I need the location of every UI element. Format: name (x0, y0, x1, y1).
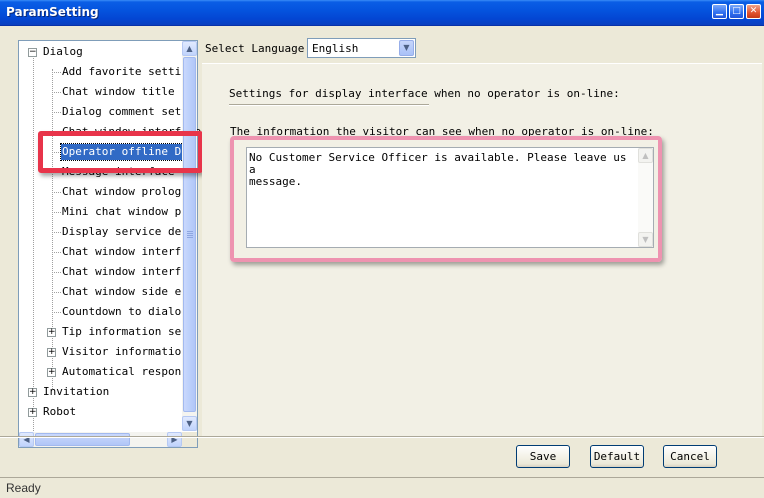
chevron-down-icon[interactable]: ▼ (399, 40, 414, 56)
tree-item-label: Visitor information (62, 345, 188, 358)
tree-connector (52, 252, 61, 253)
tree-item-label: Automatical response (62, 365, 195, 378)
tree-connector (52, 72, 61, 73)
scroll-corner (182, 432, 197, 447)
tree-item[interactable]: Chat window side edg (19, 284, 194, 300)
scroll-down-button[interactable]: ▼ (182, 416, 197, 431)
pink-highlight-annotation (230, 136, 662, 262)
tree-item[interactable]: Display service depa (19, 224, 194, 240)
tree-item-label: Tip information sett (62, 325, 195, 338)
chevron-up-icon: ▲ (186, 44, 193, 53)
tree-item-label: Robot (43, 405, 77, 418)
maximize-button[interactable]: □ (729, 4, 744, 19)
tree-connector (52, 312, 61, 313)
tree-item[interactable]: + Tip information sett (19, 324, 194, 340)
tree-item-label: Mini chat window pro (62, 205, 195, 218)
language-select[interactable]: English ▼ (307, 38, 416, 58)
tree-vertical-scrollbar[interactable]: ▲ ▼ (182, 41, 197, 431)
tree-item[interactable]: + Robot (19, 404, 183, 420)
expand-icon[interactable]: + (28, 408, 37, 417)
tree-item[interactable]: + Invitation (19, 384, 183, 400)
grip-line (187, 233, 193, 234)
status-bar: Ready (0, 477, 764, 498)
title-bar: ParamSetting ▁ □ ✕ (0, 0, 764, 26)
expand-icon[interactable]: + (28, 388, 37, 397)
expand-icon[interactable]: + (47, 348, 56, 357)
collapse-icon[interactable]: − (28, 48, 37, 57)
cancel-button[interactable]: Cancel (663, 445, 717, 468)
select-language-label: Select Language (205, 42, 305, 55)
tree-connector (52, 92, 61, 93)
scroll-thumb[interactable] (183, 57, 196, 412)
tree-connector (52, 232, 61, 233)
tree-item[interactable]: Dialog comment setti (19, 104, 194, 120)
tree-item[interactable]: Add favorite setting (19, 64, 194, 80)
grip-line (187, 231, 193, 232)
tree-item-label: Chat window prologue (62, 185, 195, 198)
scroll-up-button[interactable]: ▲ (182, 41, 197, 56)
tree-item[interactable]: Countdown to dialog (19, 304, 188, 320)
tree-item[interactable]: − Dialog (19, 44, 183, 60)
tree-item-label: Chat window title se (62, 85, 195, 98)
chevron-down-icon: ▼ (186, 419, 193, 428)
tree-item-label: Dialog comment setti (62, 105, 195, 118)
footer-divider (0, 436, 764, 438)
tree-connector (52, 292, 61, 293)
settings-tree[interactable]: − Dialog Add favorite setting Chat window t… (18, 40, 201, 448)
tree-connector (52, 212, 61, 213)
tree-item[interactable]: + Automatical response (19, 364, 194, 380)
tree-item[interactable]: Mini chat window pro (19, 204, 194, 220)
tree-item-label: Chat window interfac (62, 245, 195, 258)
scroll-right-button[interactable]: ▶ (167, 432, 182, 447)
language-value: English (312, 42, 359, 55)
close-icon: ✕ (749, 6, 758, 16)
expand-icon[interactable]: + (47, 328, 56, 337)
tree-connector (52, 272, 61, 273)
tree-item[interactable]: Chat window title se (19, 84, 194, 100)
tree-connector (52, 192, 61, 193)
tree-item-label: Chat window interfac (62, 265, 195, 278)
tree-item-label: Chat window side edg (62, 285, 195, 298)
tree-item[interactable]: + Visitor information (19, 344, 188, 360)
maximize-icon: □ (732, 6, 741, 16)
status-text: Ready (6, 481, 41, 495)
section-title: Settings for display interface when no o… (229, 87, 620, 100)
tree-item-label: Display service depa (62, 225, 195, 238)
dialog-body: − Dialog Add favorite setting Chat window t… (0, 27, 764, 498)
close-button[interactable]: ✕ (746, 4, 761, 19)
grip-line (187, 237, 193, 238)
red-highlight-annotation (38, 131, 203, 173)
expand-icon[interactable]: + (47, 368, 56, 377)
save-button[interactable]: Save (516, 445, 570, 468)
minimize-button[interactable]: ▁ (712, 4, 727, 19)
default-button[interactable]: Default (590, 445, 644, 468)
tree-item-label: Countdown to dialog (62, 305, 188, 318)
section-divider (229, 104, 429, 106)
scroll-thumb[interactable] (35, 433, 130, 446)
tree-item-label: Add favorite setting (62, 65, 195, 78)
scroll-left-button[interactable]: ◀ (19, 432, 34, 447)
minimize-icon: ▁ (716, 6, 723, 16)
tree-item[interactable]: Chat window prologue (19, 184, 194, 200)
tree-connector (52, 112, 61, 113)
tree-item[interactable]: Chat window interfac (19, 264, 194, 280)
grip-line (187, 235, 193, 236)
tree-horizontal-scrollbar[interactable]: ◀ ▶ (19, 432, 182, 447)
tree-item[interactable]: Chat window interfac (19, 244, 194, 260)
window-title: ParamSetting (6, 5, 99, 19)
tree-item-label: Invitation (43, 385, 110, 398)
tree-item-label: Dialog (43, 45, 83, 58)
